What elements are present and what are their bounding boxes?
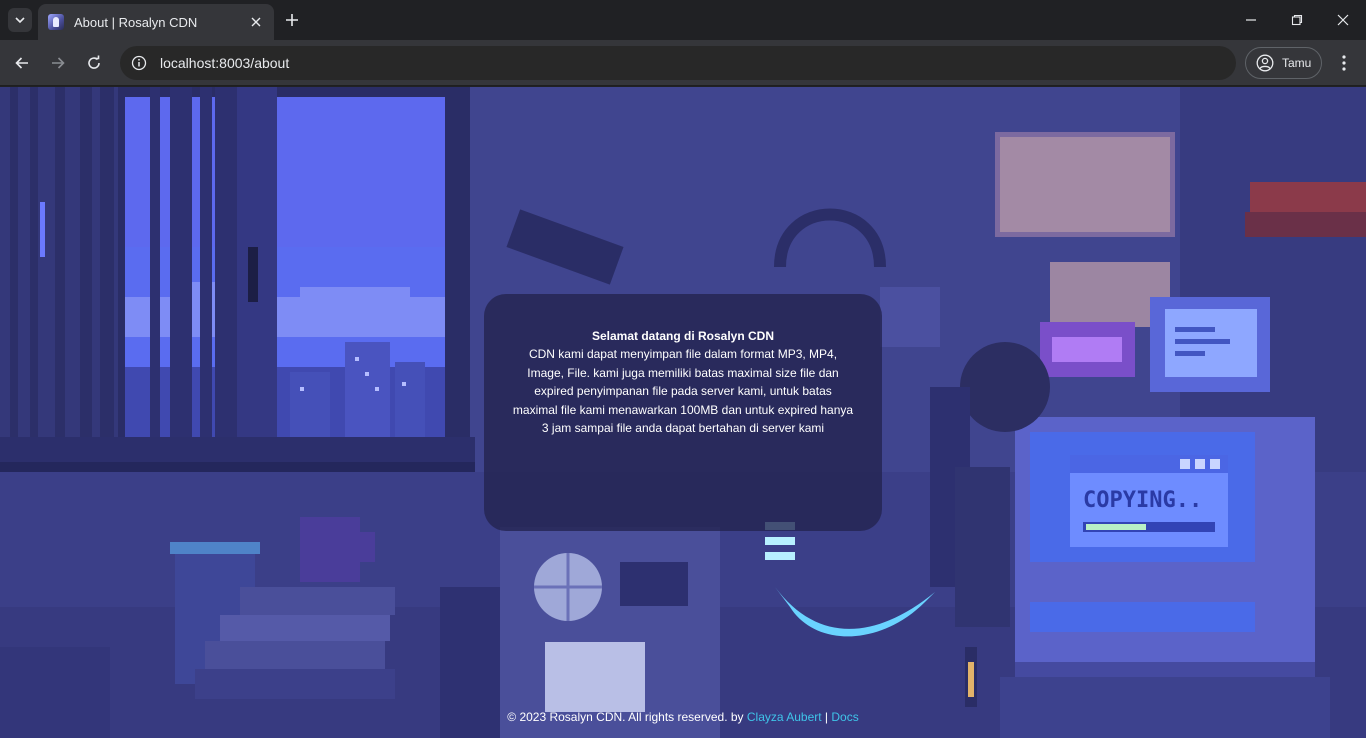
info-icon — [131, 55, 147, 71]
minimize-button[interactable] — [1228, 0, 1274, 40]
tab-close-button[interactable] — [246, 12, 266, 32]
page-viewport: COPYING.. Selamat datang di Rosalyn CDN … — [0, 87, 1366, 738]
footer-copyright: © 2023 Rosalyn CDN. All rights reserved.… — [507, 710, 747, 724]
tab-active[interactable]: About | Rosalyn CDN — [38, 4, 274, 40]
arrow-right-icon — [52, 57, 65, 69]
url-text: localhost:8003/about — [160, 55, 289, 71]
restore-icon — [1291, 14, 1303, 26]
close-window-button[interactable] — [1320, 0, 1366, 40]
site-favicon-icon — [48, 14, 64, 30]
card-title: Selamat datang di Rosalyn CDN — [591, 329, 775, 343]
browser-toolbar: localhost:8003/about Tamu — [0, 40, 1366, 86]
restore-button[interactable] — [1274, 0, 1320, 40]
person-icon — [1256, 54, 1274, 72]
reload-button[interactable] — [78, 47, 110, 79]
about-card: Selamat datang di Rosalyn CDN CDN kami d… — [484, 294, 882, 531]
more-vertical-icon — [1342, 55, 1346, 71]
site-info-button[interactable] — [130, 54, 148, 72]
tab-title: About | Rosalyn CDN — [74, 14, 198, 30]
tab-strip: About | Rosalyn CDN — [0, 0, 1366, 40]
page-footer: © 2023 Rosalyn CDN. All rights reserved.… — [0, 710, 1366, 724]
browser-menu-button[interactable] — [1330, 47, 1358, 79]
monitor-text: COPYING.. — [1083, 488, 1202, 513]
close-icon — [1337, 14, 1349, 26]
url-host: localhost — [160, 55, 216, 71]
docs-link[interactable]: Docs — [831, 710, 858, 724]
arrow-left-icon — [15, 57, 28, 69]
profile-button[interactable]: Tamu — [1245, 47, 1322, 79]
tab-search-button[interactable] — [8, 8, 32, 32]
minimize-icon — [1246, 19, 1256, 21]
plus-icon — [286, 14, 298, 26]
footer-separator: | — [821, 710, 832, 724]
address-bar[interactable]: localhost:8003/about — [120, 46, 1236, 80]
profile-label: Tamu — [1282, 56, 1312, 70]
card-description: CDN kami dapat menyimpan file dalam form… — [512, 347, 854, 435]
new-tab-button[interactable] — [280, 8, 304, 32]
close-icon — [251, 17, 261, 27]
url-path: :8003/about — [215, 55, 290, 71]
chevron-down-icon — [15, 17, 25, 24]
forward-button[interactable] — [42, 47, 74, 79]
author-link[interactable]: Clayza Aubert — [747, 710, 822, 724]
reload-icon — [88, 55, 100, 69]
back-button[interactable] — [6, 47, 38, 79]
